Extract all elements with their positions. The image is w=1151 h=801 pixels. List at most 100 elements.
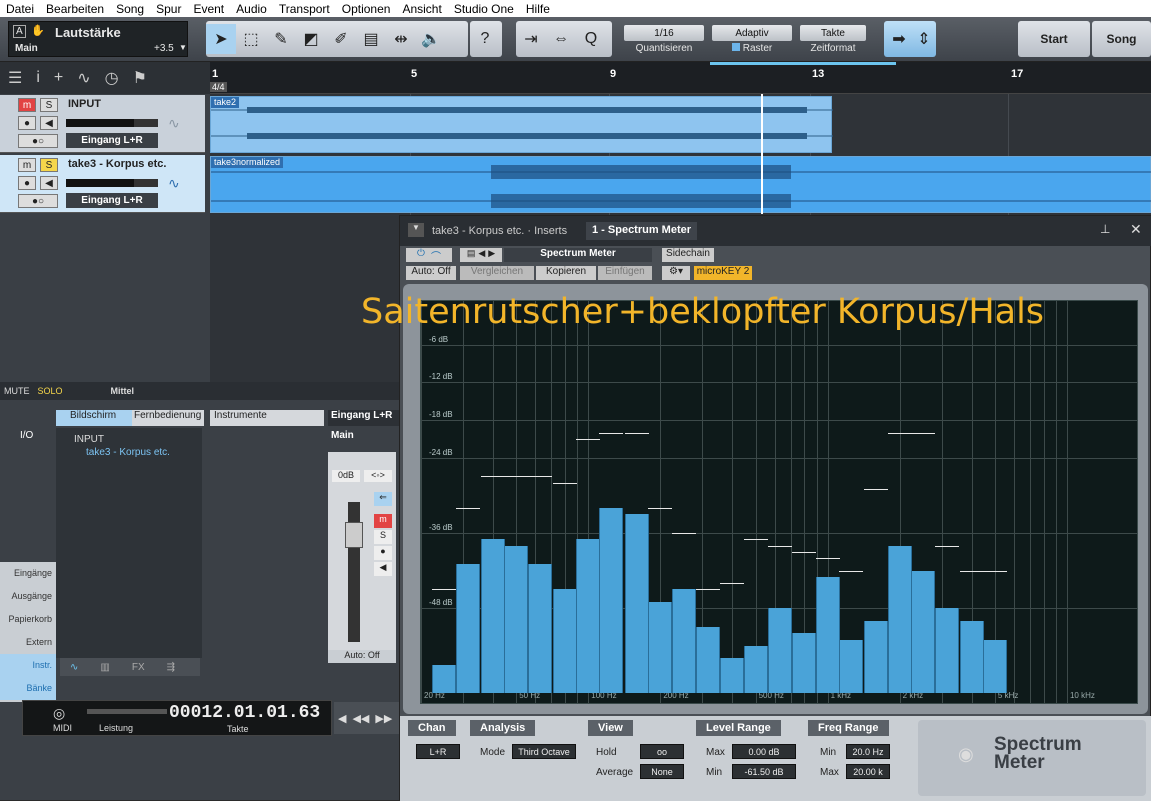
snap-left-icon[interactable]: ⇥ bbox=[516, 24, 546, 54]
mute-tool-icon[interactable]: ▤ bbox=[356, 24, 386, 54]
auto-off-button[interactable]: Auto: Off bbox=[406, 266, 456, 280]
channel-solo-button[interactable]: S bbox=[374, 530, 392, 544]
preset-next-icon[interactable]: ▶ bbox=[488, 248, 495, 262]
close-icon[interactable]: ✕ bbox=[1130, 221, 1142, 238]
preset-list-icon[interactable]: ▤ bbox=[467, 248, 476, 262]
level-max-field[interactable]: 0.00 dB bbox=[732, 744, 796, 759]
level-min-field[interactable]: -61.50 dB bbox=[732, 764, 796, 779]
transport-time[interactable]: 00012.01.01.63 bbox=[169, 703, 320, 723]
routing-icon[interactable]: ⇶ bbox=[167, 662, 175, 673]
menu-studio-one[interactable]: Studio One bbox=[448, 2, 520, 16]
audio-clip-take2[interactable]: take2 bbox=[210, 96, 833, 153]
zoom-icon[interactable]: Q bbox=[576, 24, 606, 54]
loop-range[interactable] bbox=[710, 62, 896, 65]
add-track-icon[interactable]: + bbox=[54, 69, 63, 87]
track-list-icon[interactable]: ☰ bbox=[8, 68, 22, 88]
nav-eingaenge[interactable]: Eingänge bbox=[0, 562, 56, 585]
hold-select[interactable]: oo bbox=[640, 744, 684, 759]
raster-select[interactable]: Adaptiv bbox=[712, 25, 792, 41]
menu-ansicht[interactable]: Ansicht bbox=[396, 2, 447, 16]
console-size[interactable]: Mittel bbox=[111, 386, 135, 396]
microkey-badge[interactable]: microKEY 2 bbox=[694, 266, 752, 280]
bend-tool-icon[interactable]: ⇹ bbox=[386, 24, 416, 54]
instruments-header[interactable]: Instrumente bbox=[210, 410, 324, 426]
paste-button[interactable]: Einfügen bbox=[598, 266, 652, 280]
input-monitor-icon[interactable]: ⇐ bbox=[374, 492, 392, 506]
arrow-tool-icon[interactable]: ➤ bbox=[206, 24, 236, 54]
preset-select[interactable]: Spectrum Meter bbox=[504, 248, 652, 262]
plugin-tab[interactable]: 1 - Spectrum Meter bbox=[586, 222, 698, 240]
eraser-tool-icon[interactable]: ◩ bbox=[296, 24, 326, 54]
nav-baenke[interactable]: Bänke bbox=[0, 677, 56, 700]
monitor-button[interactable]: ◀ bbox=[40, 176, 58, 190]
channel-auto[interactable]: Auto: Off bbox=[328, 650, 396, 663]
channel-record-button[interactable]: ● bbox=[374, 546, 392, 560]
channel-fader[interactable] bbox=[345, 502, 363, 642]
range-tool-icon[interactable]: ⬚ bbox=[236, 24, 266, 54]
channel-mute-button[interactable]: m bbox=[374, 514, 392, 528]
mute-all-button[interactable]: MUTE bbox=[4, 386, 30, 396]
sidechain-button[interactable]: Sidechain bbox=[662, 248, 714, 262]
listen-tool-icon[interactable]: 🔈 bbox=[416, 24, 446, 54]
freq-max-field[interactable]: 20.00 k bbox=[846, 764, 890, 779]
nav-ausgaenge[interactable]: Ausgänge bbox=[0, 585, 56, 608]
monitor-button[interactable]: ◀ bbox=[40, 116, 58, 130]
timeformat-select[interactable]: Takte bbox=[800, 25, 866, 41]
solo-all-button[interactable]: SOLO bbox=[38, 386, 63, 396]
snap-both-icon[interactable]: ⇔ bbox=[546, 24, 576, 54]
freq-min-field[interactable]: 20.0 Hz bbox=[846, 744, 890, 759]
start-page-button[interactable]: Start bbox=[1018, 21, 1090, 57]
copy-button[interactable]: Kopieren bbox=[536, 266, 596, 280]
song-page-button[interactable]: Song bbox=[1092, 21, 1151, 57]
pin-icon[interactable]: ⊥ bbox=[1100, 222, 1110, 236]
audio-clip-take3[interactable]: take3normalized bbox=[210, 156, 1151, 213]
keys-tab-icon[interactable]: ▥ bbox=[100, 662, 109, 673]
nav-extern[interactable]: Extern bbox=[0, 631, 56, 654]
menu-event[interactable]: Event bbox=[187, 2, 230, 16]
fx-tab[interactable]: FX bbox=[132, 662, 145, 673]
solo-button[interactable]: S bbox=[40, 98, 58, 112]
pan-value[interactable]: 0dB bbox=[332, 470, 360, 482]
tab-fernbedienung[interactable]: Fernbedienung bbox=[132, 410, 204, 426]
quantize-select[interactable]: 1/16 bbox=[624, 25, 704, 41]
record-button[interactable]: ● bbox=[18, 116, 36, 130]
track-name[interactable]: take3 - Korpus etc. bbox=[68, 158, 166, 170]
menu-audio[interactable]: Audio bbox=[230, 2, 273, 16]
volume-fader[interactable] bbox=[66, 119, 158, 127]
mute-button[interactable]: m bbox=[18, 98, 36, 112]
list-item[interactable]: take3 - Korpus etc. bbox=[56, 445, 202, 458]
menu-spur[interactable]: Spur bbox=[150, 2, 187, 16]
record-button[interactable]: ● bbox=[18, 176, 36, 190]
track-name[interactable]: INPUT bbox=[68, 98, 101, 110]
io-label[interactable]: I/O bbox=[0, 430, 52, 446]
list-item[interactable]: INPUT bbox=[56, 428, 202, 445]
raster-checkbox[interactable] bbox=[731, 43, 740, 51]
paint-tool-icon[interactable]: ✐ bbox=[326, 24, 356, 54]
menu-datei[interactable]: Datei bbox=[0, 2, 40, 16]
menu-song[interactable]: Song bbox=[110, 2, 150, 16]
solo-button[interactable]: S bbox=[40, 158, 58, 172]
timeline-ruler[interactable]: 1 5 9 13 17 4/4 bbox=[210, 62, 1151, 94]
scroll-icon[interactable]: ⇕ bbox=[914, 24, 934, 54]
chan-select[interactable]: L+R bbox=[416, 744, 460, 759]
rewind-icon[interactable]: ◀◀ bbox=[352, 712, 369, 725]
track-take3[interactable]: m S take3 - Korpus etc. ● ◀ ∿ ●○ Eingang… bbox=[0, 155, 205, 213]
power-icon[interactable]: ⏻ bbox=[417, 248, 425, 262]
forward-icon[interactable]: ▶▶ bbox=[375, 712, 392, 725]
nav-papierkorb[interactable]: Papierkorb bbox=[0, 608, 56, 631]
channel-mode-button[interactable]: ●○ bbox=[18, 134, 58, 148]
input-select[interactable]: Eingang L+R bbox=[66, 133, 158, 148]
gear-icon[interactable]: ⚙▾ bbox=[662, 266, 690, 280]
mute-button[interactable]: m bbox=[18, 158, 36, 172]
follow-icon[interactable]: ➡ bbox=[884, 24, 914, 54]
playhead[interactable] bbox=[761, 94, 763, 214]
channel-speaker-icon[interactable]: ◀ bbox=[374, 562, 392, 576]
channel-mode-button[interactable]: ●○ bbox=[18, 194, 58, 208]
rewind-start-icon[interactable]: ◀ bbox=[338, 712, 346, 725]
menu-bearbeiten[interactable]: Bearbeiten bbox=[40, 2, 110, 16]
automation-view-icon[interactable]: ∿ bbox=[77, 68, 90, 88]
chevron-down-icon[interactable]: ▼ bbox=[179, 43, 187, 52]
menu-hilfe[interactable]: Hilfe bbox=[520, 2, 556, 16]
nav-instr[interactable]: Instr. bbox=[0, 654, 56, 677]
bypass-icon[interactable]: ⌒ bbox=[431, 248, 441, 263]
